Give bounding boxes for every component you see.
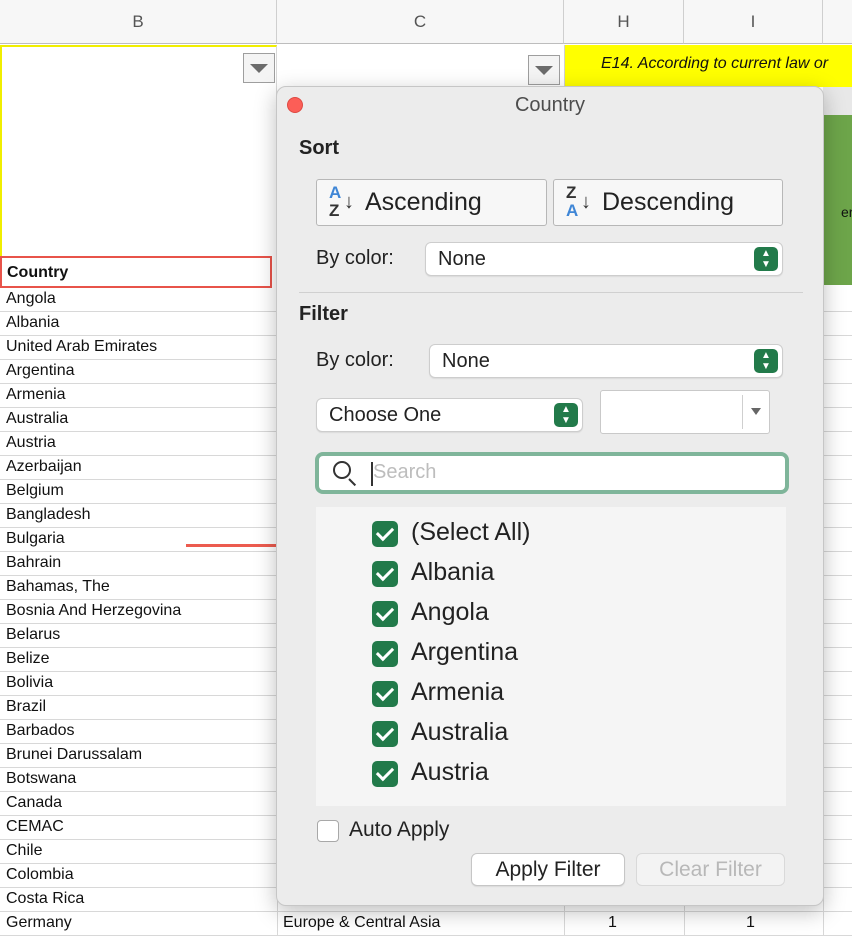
sort-ascending-label: Ascending	[365, 188, 482, 216]
filter-section-title: Filter	[299, 303, 348, 325]
table-row[interactable]: Germany Europe & Central Asia 1 1	[0, 912, 852, 936]
auto-apply-checkbox[interactable]	[317, 820, 339, 842]
country-cell[interactable]: Barbados	[6, 722, 75, 740]
country-header-cell[interactable]: Country	[0, 256, 272, 288]
checkbox-checked-icon[interactable]	[372, 761, 398, 787]
popup-title: Country	[514, 94, 586, 116]
header-cell-h[interactable]: E14. According to current law or	[564, 45, 852, 87]
country-cell[interactable]: Belize	[6, 650, 50, 668]
sort-section-title: Sort	[299, 137, 339, 159]
checkbox-checked-icon[interactable]	[372, 641, 398, 667]
filter-by-color-value: None	[442, 350, 490, 372]
region-cell[interactable]: Europe & Central Asia	[283, 914, 440, 932]
country-cell[interactable]: United Arab Emirates	[6, 338, 157, 356]
header-green-text: er	[841, 204, 852, 220]
country-cell[interactable]: Belarus	[6, 626, 60, 644]
triangle-down-icon[interactable]	[751, 408, 761, 415]
country-cell[interactable]: Austria	[6, 434, 56, 452]
header-cell-green[interactable]: er	[823, 115, 852, 285]
header-cell-gray	[823, 87, 852, 115]
filter-list-item-label: Albania	[411, 558, 495, 586]
combo-separator	[742, 395, 743, 429]
search-icon-handle	[348, 478, 357, 487]
cell-border	[823, 912, 824, 936]
column-header-c[interactable]: C	[277, 0, 564, 44]
stepper-icon: ▲ ▼	[554, 403, 578, 427]
country-cell[interactable]: Angola	[6, 290, 56, 308]
country-cell[interactable]: Germany	[6, 914, 72, 932]
filter-list-item-label: Argentina	[411, 638, 519, 666]
country-cell[interactable]: Bolivia	[6, 674, 53, 692]
country-cell[interactable]: Albania	[6, 314, 59, 332]
filter-dropdown-button-c[interactable]	[528, 55, 560, 85]
triangle-down-icon	[250, 63, 268, 73]
filter-by-color-select[interactable]: None ▲ ▼	[429, 344, 783, 378]
sort-by-color-value: None	[438, 248, 486, 270]
auto-apply-label[interactable]: Auto Apply	[349, 818, 449, 842]
cell-border	[684, 912, 685, 936]
column-header-next[interactable]	[823, 0, 852, 44]
checkbox-checked-icon[interactable]	[372, 721, 398, 747]
cell-border	[564, 912, 565, 936]
filter-list-item-label: (Select All)	[411, 518, 531, 546]
country-cell[interactable]: Belgium	[6, 482, 64, 500]
value-cell-i[interactable]: 1	[746, 914, 755, 932]
country-cell[interactable]: Bahamas, The	[6, 578, 110, 596]
country-cell[interactable]: Armenia	[6, 386, 66, 404]
section-divider	[299, 292, 803, 293]
country-header-label: Country	[7, 264, 69, 281]
filter-condition-value: Choose One	[329, 404, 442, 426]
filter-condition-select[interactable]: Choose One ▲ ▼	[316, 398, 583, 432]
value-cell-h[interactable]: 1	[608, 914, 617, 932]
country-cell[interactable]: CEMAC	[6, 818, 64, 836]
country-cell[interactable]: Chile	[6, 842, 42, 860]
search-field[interactable]: Search	[315, 452, 789, 494]
sort-by-color-label: By color:	[316, 247, 394, 269]
search-icon	[333, 461, 351, 479]
country-cell[interactable]: Bahrain	[6, 554, 61, 572]
filter-dropdown-button-b[interactable]	[243, 53, 275, 83]
filter-list-item-label: Austria	[411, 758, 489, 786]
header-cell-b[interactable]	[0, 45, 277, 259]
country-cell[interactable]: Bangladesh	[6, 506, 91, 524]
country-cell[interactable]: Azerbaijan	[6, 458, 82, 476]
search-placeholder: Search	[373, 461, 437, 483]
checkbox-checked-icon[interactable]	[372, 601, 398, 627]
apply-filter-button[interactable]: Apply Filter	[471, 853, 625, 886]
country-cell[interactable]: Bosnia And Herzegovina	[6, 602, 181, 620]
country-cell[interactable]: Australia	[6, 410, 68, 428]
filter-value-list[interactable]: (Select All) Albania Angola Argentina Armeni…	[316, 507, 786, 806]
filter-by-color-label: By color:	[316, 349, 394, 371]
country-cell[interactable]: Canada	[6, 794, 62, 812]
filter-list-item-label: Australia	[411, 718, 509, 746]
country-cell[interactable]: Bulgaria	[6, 530, 65, 548]
checkbox-checked-icon[interactable]	[372, 521, 398, 547]
checkbox-checked-icon[interactable]	[372, 681, 398, 707]
sort-by-color-select[interactable]: None ▲ ▼	[425, 242, 783, 276]
filter-list-item-label: Armenia	[411, 678, 505, 706]
country-cell[interactable]: Colombia	[6, 866, 74, 884]
filter-condition-input[interactable]	[600, 390, 770, 434]
column-header-i[interactable]: I	[684, 0, 823, 44]
country-cell[interactable]: Brazil	[6, 698, 46, 716]
stepper-icon: ▲ ▼	[754, 247, 778, 271]
country-cell[interactable]: Costa Rica	[6, 890, 84, 908]
sort-ascending-button[interactable]: A Z ↓ Ascending	[316, 179, 547, 226]
checkbox-checked-icon[interactable]	[372, 561, 398, 587]
sort-a-z-icon: A Z ↓	[329, 182, 354, 220]
clear-filter-button[interactable]: Clear Filter	[636, 853, 785, 886]
column-header-h[interactable]: H	[564, 0, 684, 44]
column-header-b[interactable]: B	[0, 0, 277, 44]
sort-descending-button[interactable]: Z A ↓ Descending	[553, 179, 783, 226]
cell-border	[277, 912, 278, 936]
country-cell[interactable]: Brunei Darussalam	[6, 746, 142, 764]
filter-list-item-label: Angola	[411, 598, 489, 626]
country-cell[interactable]: Argentina	[6, 362, 75, 380]
stepper-icon: ▲ ▼	[754, 349, 778, 373]
sort-z-a-icon: Z A ↓	[566, 182, 591, 220]
sort-descending-label: Descending	[602, 188, 735, 216]
country-cell[interactable]: Botswana	[6, 770, 76, 788]
filter-popup: Country Sort A Z ↓ Ascending Z A ↓ Descendin…	[276, 86, 824, 906]
triangle-down-icon	[535, 65, 553, 75]
